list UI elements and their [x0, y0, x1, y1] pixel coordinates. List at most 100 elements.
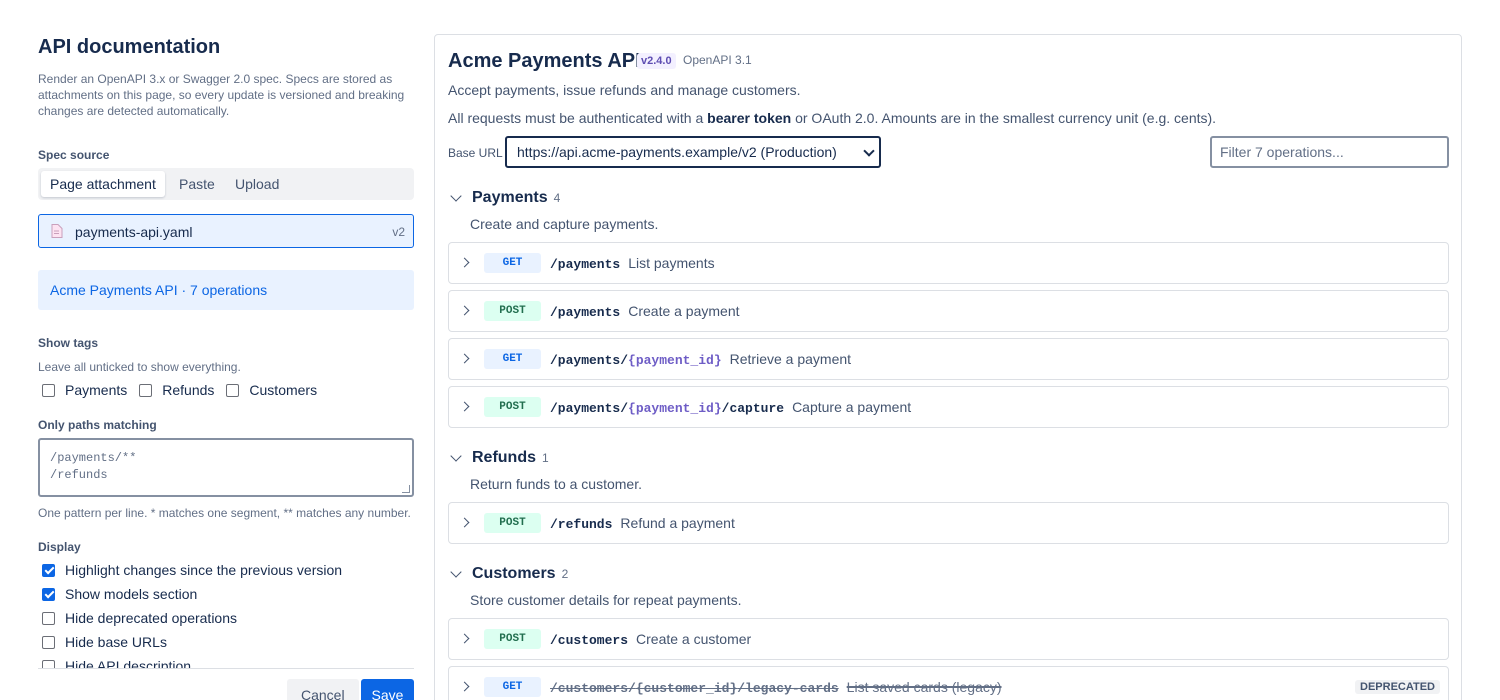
operation-summary: Create a payment	[628, 303, 740, 319]
chevron-down-icon	[450, 450, 462, 462]
tag-checkboxes: Payments Refunds Customers	[38, 382, 325, 398]
attachment-select[interactable]: payments-api.yaml v2	[38, 214, 414, 248]
display-option-hide-base-urls[interactable]: Hide base URLs	[38, 633, 167, 651]
operation-path: /customers Create a customer	[550, 631, 751, 648]
group-description: Store customer details for repeat paymen…	[470, 592, 742, 608]
checkbox-label: Show models section	[65, 586, 198, 602]
operation-row[interactable]: POST /customers Create a customer	[448, 618, 1449, 660]
method-badge: POST	[484, 397, 541, 417]
group-description: Return funds to a customer.	[470, 476, 642, 492]
operation-summary: Refund a payment	[620, 515, 735, 531]
tab-page-attachment[interactable]: Page attachment	[41, 171, 165, 197]
operation-summary: Retrieve a payment	[729, 351, 852, 367]
config-description: Render an OpenAPI 3.x or Swagger 2.0 spe…	[38, 72, 405, 118]
chevron-down-icon	[863, 145, 875, 157]
operation-path: /refunds Refund a payment	[550, 515, 735, 532]
spec-source-label: Spec source	[38, 148, 110, 162]
checkbox[interactable]	[42, 563, 55, 577]
chevron-right-icon	[459, 353, 470, 364]
chevron-right-icon	[459, 305, 470, 316]
paths-label: Only paths matching	[38, 418, 157, 432]
chevron-right-icon	[459, 401, 470, 412]
checkbox-label: Payments	[65, 382, 128, 398]
filter-input[interactable]: Filter 7 operations...	[1210, 136, 1449, 168]
path-segment: /capture	[721, 401, 785, 416]
api-title: Acme Payments API	[448, 50, 641, 72]
paths-value: /payments/** /refunds	[50, 451, 137, 482]
resize-grip-icon[interactable]	[402, 485, 410, 493]
config-title: API documentation	[38, 36, 221, 58]
operation-summary: Capture a payment	[792, 399, 912, 415]
base-url-value: https://api.acme-payments.example/v2 (Pr…	[517, 144, 837, 160]
save-button[interactable]: Save	[361, 679, 414, 700]
operation-row[interactable]: POST /payments/{payment_id}/capture Captu…	[448, 386, 1449, 428]
group-count: 1	[542, 451, 549, 465]
path-segment: /payments/	[550, 401, 629, 416]
checkbox[interactable]	[42, 587, 55, 601]
path-segment: /refunds	[550, 517, 613, 532]
group-header-refunds[interactable]: Refunds 1	[448, 448, 549, 468]
show-tags-hint: Leave all unticked to show everything.	[38, 360, 241, 374]
auth-note-segment: or OAuth 2.0. Amounts are in the smalles…	[791, 110, 1217, 126]
group-header-payments[interactable]: Payments 4	[448, 188, 560, 208]
display-option-highlight-changes[interactable]: Highlight changes since the previous ver…	[38, 561, 342, 579]
operation-row[interactable]: POST /payments Create a payment	[448, 290, 1449, 332]
spec-info-banner: Acme Payments API · 7 operations	[38, 270, 414, 310]
path-param: {payment_id}	[628, 401, 722, 416]
chevron-right-icon	[459, 257, 470, 268]
operation-row[interactable]: GET /payments List payments	[448, 242, 1449, 284]
path-segment: /payments/	[550, 353, 629, 368]
path-segment: /legacy-cards	[737, 681, 839, 696]
checkbox-label: Highlight changes since the previous ver…	[65, 562, 343, 578]
tag-option-customers[interactable]: Customers	[222, 382, 317, 398]
cancel-button[interactable]: Cancel	[287, 679, 359, 700]
path-segment: /payments	[550, 305, 621, 320]
auth-note-segment: bearer token	[707, 110, 792, 126]
checkbox[interactable]	[226, 383, 240, 397]
spec-version: OpenAPI 3.1	[683, 53, 752, 67]
group-name: Customers	[472, 565, 556, 582]
path-param: {customer_id}	[635, 681, 738, 696]
tab-paste[interactable]: Paste	[170, 171, 224, 197]
checkbox[interactable]	[42, 635, 55, 649]
group-header-customers[interactable]: Customers 2	[448, 564, 568, 584]
api-auth-note: All requests must be authenticated with …	[448, 110, 1216, 126]
checkbox[interactable]	[139, 383, 153, 397]
tab-upload[interactable]: Upload	[226, 171, 288, 197]
checkbox[interactable]	[42, 659, 55, 668]
paths-textarea[interactable]: /payments/** /refunds	[38, 438, 414, 497]
checkbox-label: Hide deprecated operations	[65, 610, 238, 626]
operation-summary: List saved cards (legacy)	[846, 679, 1002, 695]
auth-note-segment: All requests must be authenticated with …	[448, 110, 708, 126]
chevron-right-icon	[459, 681, 470, 692]
operation-path: /customers/{customer_id}/legacy-cards Lis…	[550, 679, 1002, 696]
attachment-version: v2	[392, 225, 405, 239]
group-name: Refunds	[472, 449, 536, 466]
display-option-hide-deprecated[interactable]: Hide deprecated operations	[38, 609, 237, 627]
operation-row[interactable]: GET /payments/{payment_id} Retrieve a pay…	[448, 338, 1449, 380]
display-option-hide-description[interactable]: Hide API description	[38, 657, 191, 668]
method-badge: GET	[484, 677, 541, 697]
file-icon	[51, 224, 63, 238]
chevron-down-icon	[450, 190, 462, 202]
deprecated-badge: DEPRECATED	[1355, 680, 1440, 694]
tag-option-refunds[interactable]: Refunds	[135, 382, 214, 398]
tag-option-payments[interactable]: Payments	[38, 382, 127, 398]
display-option-show-models[interactable]: Show models section	[38, 585, 197, 603]
method-badge: POST	[484, 301, 541, 321]
operation-row[interactable]: POST /refunds Refund a payment	[448, 502, 1449, 544]
base-url-select[interactable]: https://api.acme-payments.example/v2 (Pr…	[505, 136, 881, 168]
group-count: 4	[553, 191, 561, 205]
operation-path: /payments/{payment_id}/capture Capture a …	[550, 399, 911, 416]
operation-summary: List payments	[628, 255, 715, 271]
chevron-down-icon	[450, 566, 462, 578]
operation-row-deprecated[interactable]: GET /customers/{customer_id}/legacy-card…	[448, 666, 1449, 700]
checkbox-label: Refunds	[162, 382, 215, 398]
operation-path: /payments/{payment_id} Retrieve a payment	[550, 351, 851, 368]
checkbox[interactable]	[42, 383, 55, 397]
method-badge: GET	[484, 349, 541, 369]
api-summary: Accept payments, issue refunds and manag…	[448, 82, 801, 98]
checkbox[interactable]	[42, 611, 55, 625]
group-name: Payments	[472, 189, 548, 206]
operation-path: /payments Create a payment	[550, 303, 740, 320]
